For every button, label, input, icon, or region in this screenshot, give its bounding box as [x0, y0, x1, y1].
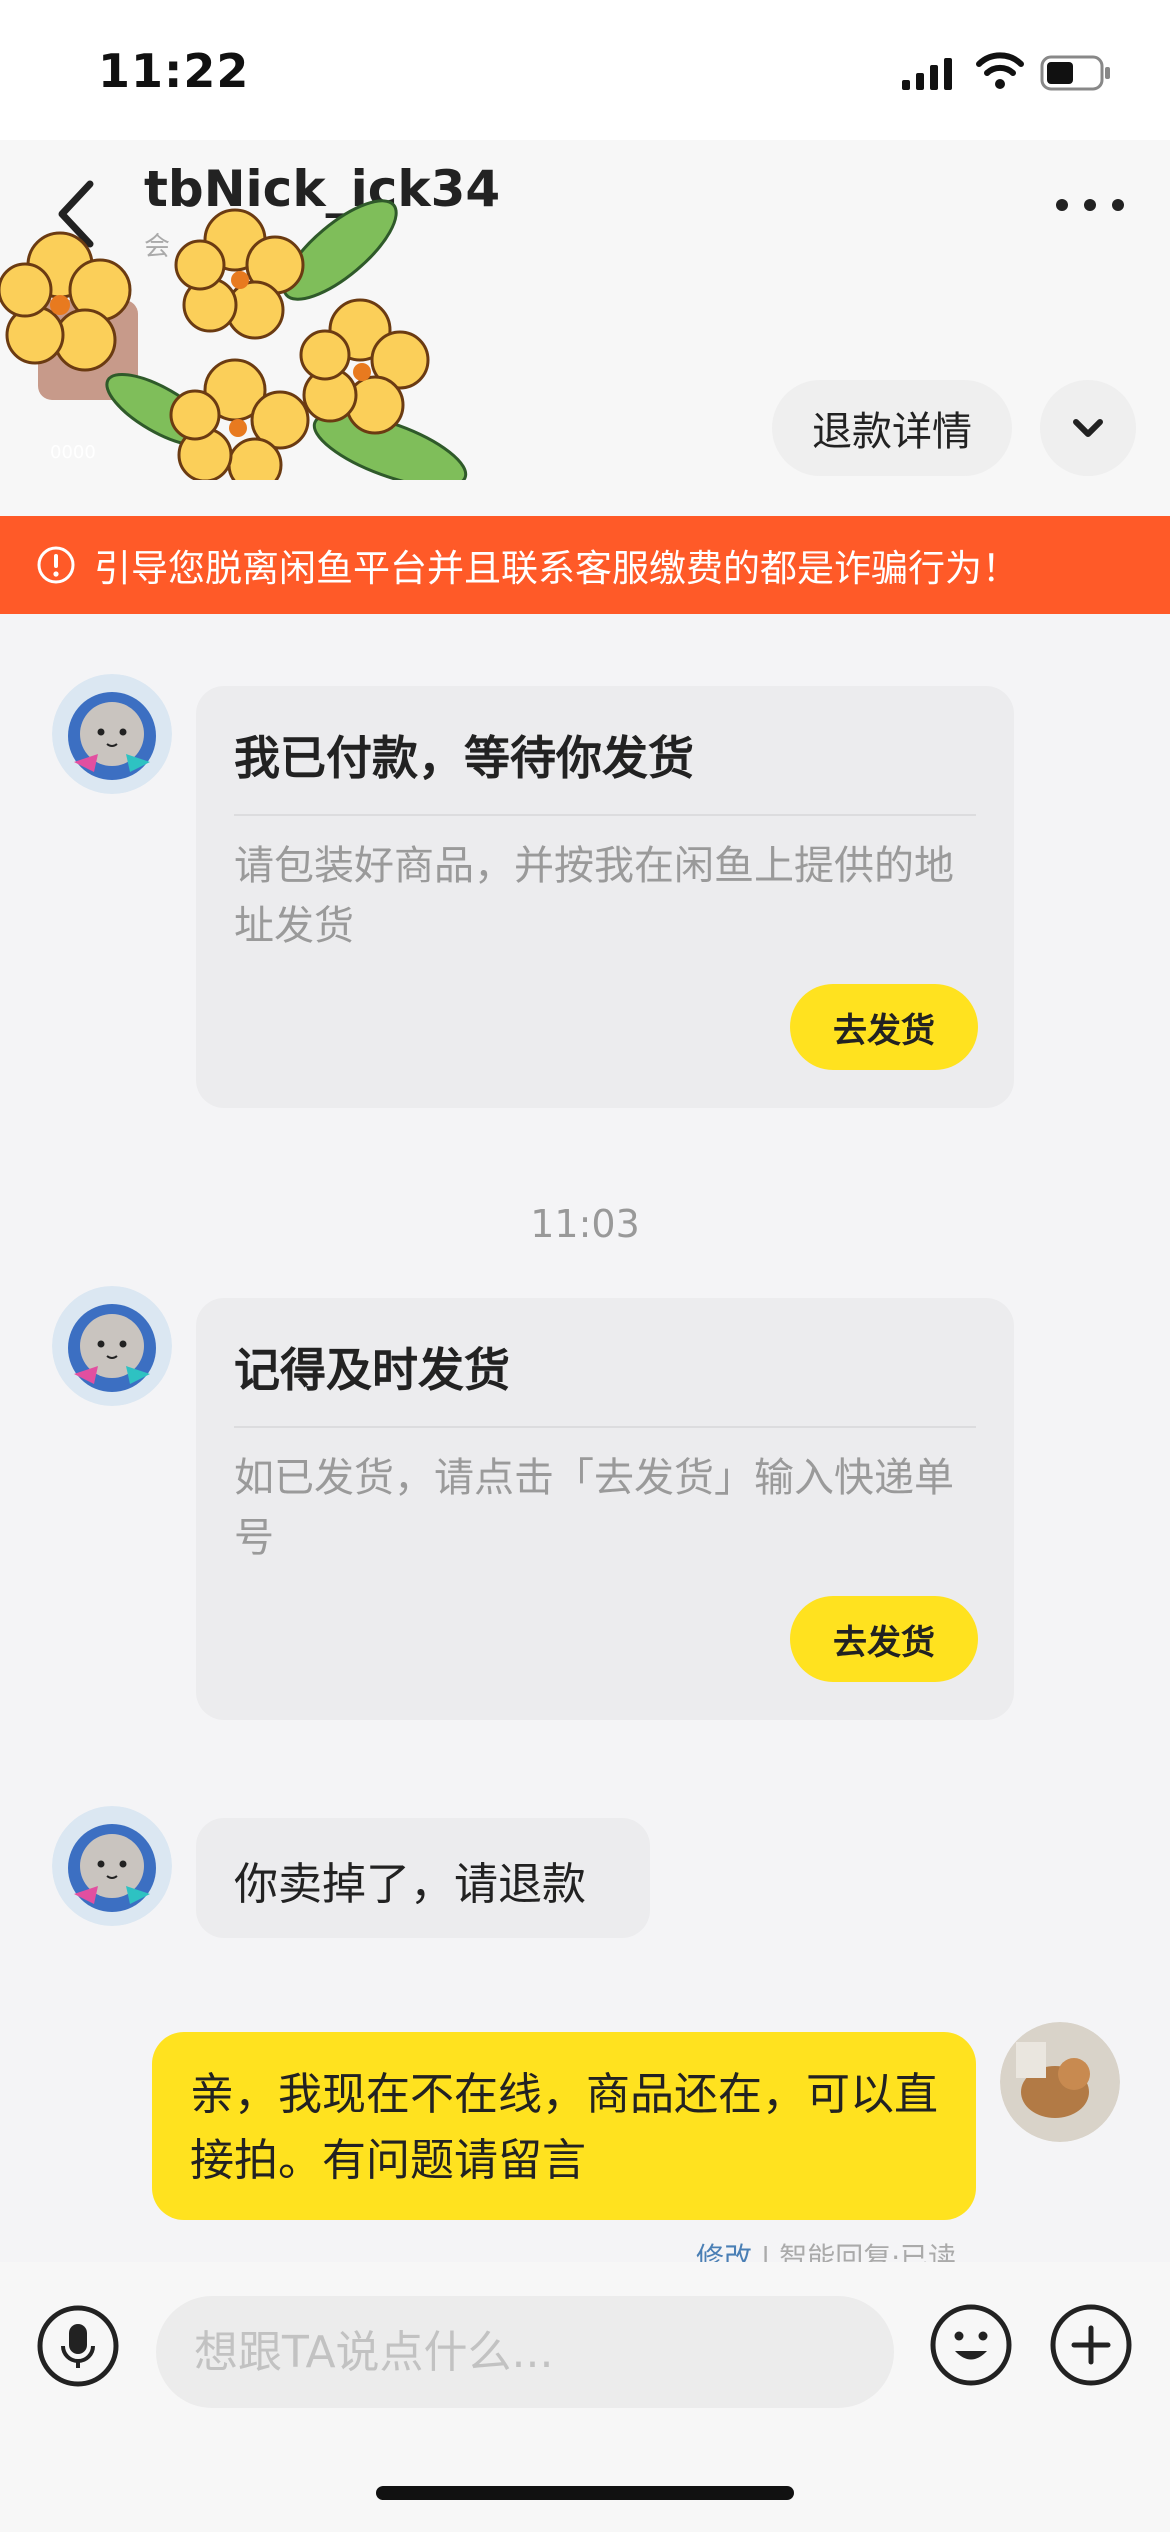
- ship-button[interactable]: 去发货: [790, 984, 978, 1070]
- home-indicator: [376, 2486, 794, 2500]
- status-bar: 11:22: [0, 0, 1170, 140]
- fraud-warning-bar: 引导您脱离闲鱼平台并且联系客服缴费的都是诈骗行为！: [0, 516, 1170, 614]
- chat-timestamp: 11:03: [530, 1202, 640, 1246]
- battery-icon: [1040, 55, 1110, 91]
- ship-button[interactable]: 去发货: [790, 1596, 978, 1682]
- card-body: 请包装好商品，并按我在闲鱼上提供的地址发货: [234, 843, 954, 949]
- refund-details-button[interactable]: 退款详情: [772, 380, 1012, 476]
- seller-message-bubble[interactable]: 亲，我现在不在线，商品还在，可以直接拍。有问题请留言: [152, 2032, 976, 2220]
- warning-icon: [37, 546, 75, 584]
- status-time: 11:22: [98, 44, 250, 98]
- emoji-icon[interactable]: [928, 2302, 1014, 2388]
- buyer-avatar[interactable]: [52, 1806, 172, 1926]
- wifi-icon: [976, 52, 1024, 89]
- message-input-bar: [0, 2262, 1170, 2532]
- system-card-paid: 我已付款，等待你发货 请包装好商品，并按我在闲鱼上提供的地址发货 去发货: [196, 686, 1014, 1108]
- card-title: 记得及时发货: [234, 1343, 510, 1397]
- message-input[interactable]: [156, 2296, 894, 2408]
- seller-avatar[interactable]: [1000, 2022, 1120, 2142]
- card-divider: [234, 1426, 976, 1428]
- plus-icon[interactable]: [1048, 2302, 1134, 2388]
- buyer-message-bubble[interactable]: 你卖掉了，请退款: [196, 1818, 650, 1938]
- signal-icon: [902, 58, 952, 90]
- system-card-reminder: 记得及时发货 如已发货，请点击「去发货」输入快递单号 去发货: [196, 1298, 1014, 1720]
- chevron-down-icon[interactable]: [1040, 380, 1136, 476]
- flower-decoration: [0, 199, 468, 480]
- buyer-avatar[interactable]: [52, 674, 172, 794]
- card-divider: [234, 814, 976, 816]
- card-title: 我已付款，等待你发货: [234, 731, 694, 785]
- chat-header: tbNick_ick34 会 0000 00 退款详情: [0, 140, 1170, 520]
- warning-text: 引导您脱离闲鱼平台并且联系客服缴费的都是诈骗行为！: [94, 547, 1019, 590]
- buyer-avatar[interactable]: [52, 1286, 172, 1406]
- more-icon[interactable]: [1052, 190, 1128, 220]
- card-body: 如已发货，请点击「去发货」输入快递单号: [234, 1455, 954, 1561]
- mic-icon[interactable]: [36, 2304, 120, 2388]
